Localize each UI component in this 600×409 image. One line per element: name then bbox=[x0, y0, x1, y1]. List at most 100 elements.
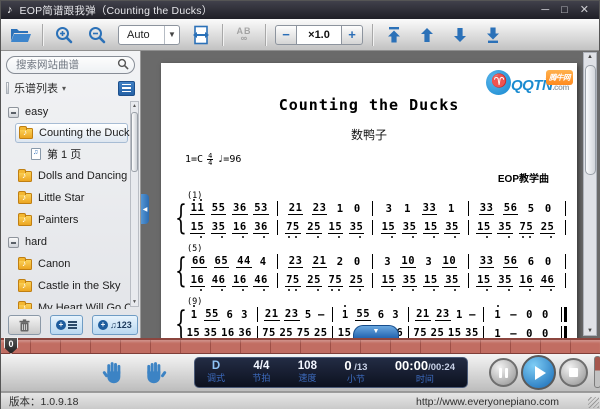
note: 5 bbox=[455, 327, 462, 338]
first-page-button[interactable] bbox=[382, 24, 406, 46]
chevron-down-icon[interactable]: ▾ bbox=[62, 84, 66, 93]
note-group: 33 bbox=[479, 255, 495, 268]
beat-field[interactable]: 4/4 节拍 bbox=[252, 361, 270, 384]
note: 5 bbox=[505, 221, 512, 233]
measure: 21235– bbox=[257, 307, 333, 322]
search-input[interactable] bbox=[6, 56, 135, 74]
collapse-box-icon[interactable] bbox=[8, 107, 19, 118]
stop-icon bbox=[569, 368, 578, 377]
edge-slider-handle[interactable] bbox=[594, 356, 600, 388]
page-up-button[interactable] bbox=[415, 24, 439, 46]
transport-info-panel: D 调式 4/4 节拍 108 速度 0 /13 小节 00:00/00:24 … bbox=[194, 357, 468, 388]
collapse-box-icon[interactable] bbox=[8, 237, 19, 248]
measure: 75257525 bbox=[277, 273, 373, 288]
note-group: 25 bbox=[278, 327, 294, 338]
sidebar-item-canon[interactable]: Canon bbox=[1, 253, 130, 275]
note: 5 bbox=[304, 327, 311, 338]
scale-plus-button[interactable]: + bbox=[341, 25, 363, 45]
note-group: 75 bbox=[328, 274, 344, 287]
last-page-icon bbox=[484, 26, 502, 44]
close-button[interactable]: ✕ bbox=[580, 5, 589, 16]
sheet-scrollbar[interactable]: ▲ ▼ bbox=[583, 52, 597, 336]
sidebar-collapse-handle[interactable]: ◀ bbox=[141, 194, 149, 224]
note: 7 bbox=[286, 274, 293, 286]
sidebar-item-little-star[interactable]: Little Star bbox=[1, 187, 130, 209]
sidebar-item-hard[interactable]: hard bbox=[1, 231, 130, 253]
note-group: 15 bbox=[186, 327, 202, 338]
sidebar-item-painters[interactable]: Painters bbox=[1, 209, 130, 231]
note: 1 bbox=[401, 255, 408, 267]
note: 1 bbox=[233, 274, 240, 286]
scroll-down-icon[interactable]: ▼ bbox=[584, 328, 596, 334]
note: 1 bbox=[342, 309, 349, 321]
version-text: 版本：1.0.9.18 bbox=[9, 394, 78, 409]
note: 3 bbox=[350, 221, 357, 233]
note-group: 75 bbox=[296, 327, 312, 338]
list-view-button[interactable] bbox=[118, 81, 135, 96]
title-bar: ♪ EOP简谱跟我弹（Counting the Ducks） ─ □ ✕ bbox=[1, 1, 599, 19]
add-playlist-button[interactable]: + bbox=[50, 315, 83, 335]
open-folder-button[interactable] bbox=[9, 24, 33, 46]
measure: 15351646 bbox=[468, 273, 564, 288]
note-group: 35 bbox=[464, 327, 480, 338]
left-hand-button[interactable] bbox=[101, 359, 128, 386]
note-group: 36 bbox=[253, 221, 269, 234]
note-group: 3 bbox=[383, 256, 392, 268]
page-down-button[interactable] bbox=[448, 24, 472, 46]
delete-button[interactable] bbox=[8, 315, 41, 335]
system-label: (9) bbox=[187, 297, 567, 307]
sidebar-scrollbar[interactable]: ▲ ▼ bbox=[130, 101, 139, 307]
sidebar-item-castle-in-the-sky[interactable]: Castle in the Sky bbox=[1, 275, 130, 297]
sidebar-item-dolls-and-dancing-bea[interactable]: Dolls and Dancing Bea bbox=[1, 165, 130, 187]
pause-button[interactable] bbox=[489, 358, 518, 387]
note-group: 25 bbox=[430, 327, 446, 338]
note-group: 25 bbox=[349, 274, 365, 287]
sidebar-item-my-heart-will-go-on[interactable]: My Heart Will Go On bbox=[1, 297, 130, 309]
stop-button[interactable] bbox=[559, 358, 588, 387]
zoom-out-button[interactable] bbox=[85, 24, 109, 46]
sidebar-item-1[interactable]: 第 1 页 bbox=[1, 143, 130, 165]
right-hand-button[interactable] bbox=[141, 359, 168, 386]
add-song123-button[interactable]: + ♫123 bbox=[92, 315, 138, 335]
sidebar-item-easy[interactable]: easy bbox=[1, 101, 130, 123]
note-group: 53 bbox=[253, 202, 269, 215]
last-page-button[interactable] bbox=[481, 24, 505, 46]
progress-strip[interactable]: 0 bbox=[1, 338, 600, 354]
sidebar-scroll-thumb[interactable] bbox=[131, 112, 138, 172]
note-group: 6 bbox=[226, 309, 235, 321]
note: 5 bbox=[314, 221, 321, 233]
minimize-button[interactable]: ─ bbox=[541, 5, 549, 16]
scroll-up-icon[interactable]: ▲ bbox=[584, 54, 596, 60]
note: 6 bbox=[228, 327, 235, 338]
song123-label: ♫123 bbox=[110, 320, 132, 330]
maximize-button[interactable]: □ bbox=[561, 5, 568, 16]
note: 6 bbox=[240, 202, 247, 214]
fit-width-button[interactable] bbox=[189, 24, 213, 46]
note-group: 0 bbox=[544, 203, 553, 215]
zoom-in-button[interactable] bbox=[52, 24, 76, 46]
note-group: 46 bbox=[211, 274, 227, 287]
ab-loop-button[interactable]: AB ∞ bbox=[232, 24, 256, 46]
website-link[interactable]: http://www.everyonepiano.com bbox=[416, 396, 559, 408]
zoom-mode-dropdown[interactable]: Auto ▼ bbox=[118, 25, 180, 45]
measure: 15351535 bbox=[372, 273, 468, 288]
measure: 15351636 bbox=[182, 220, 277, 235]
speed-field[interactable]: 108 速度 bbox=[298, 361, 317, 384]
scroll-down-icon[interactable]: ▼ bbox=[131, 299, 138, 305]
note: 5 bbox=[437, 327, 444, 338]
note-group: 46 bbox=[253, 274, 269, 287]
song-folder-icon bbox=[18, 171, 32, 182]
key-mode-field[interactable]: D 调式 bbox=[207, 361, 225, 384]
note: 2 bbox=[307, 274, 314, 286]
note: 5 bbox=[335, 274, 342, 286]
sidebar-item-counting-the-ducks[interactable]: Counting the Ducks bbox=[15, 123, 128, 143]
scroll-up-icon[interactable]: ▲ bbox=[131, 103, 138, 109]
search-icon[interactable] bbox=[117, 58, 129, 70]
scale-minus-button[interactable]: − bbox=[275, 25, 297, 45]
scroll-down-hint-button[interactable]: ▼ bbox=[353, 325, 399, 338]
note: 3 bbox=[238, 327, 245, 338]
sheet-scroll-thumb[interactable] bbox=[585, 65, 596, 175]
note: 2 bbox=[285, 308, 292, 320]
play-button[interactable] bbox=[521, 355, 556, 390]
resize-grip[interactable] bbox=[588, 397, 599, 408]
